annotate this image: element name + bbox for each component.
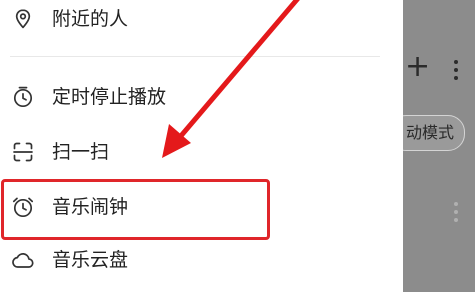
highlight-box <box>1 179 270 240</box>
timer-icon <box>13 86 33 108</box>
more-vertical-icon[interactable] <box>453 200 459 224</box>
menu-item-sleep-timer[interactable]: 定时停止播放 <box>0 77 390 117</box>
location-pin-icon <box>15 9 31 29</box>
scan-icon <box>13 142 33 162</box>
menu-item-nearby-people[interactable]: 附近的人 <box>0 0 390 39</box>
menu-item-scan[interactable]: 扫一扫 <box>0 132 390 172</box>
more-vertical-icon[interactable] <box>453 58 459 82</box>
menu-item-label: 音乐云盘 <box>52 249 129 271</box>
menu-item-music-cloud[interactable]: 音乐云盘 <box>0 240 390 280</box>
side-drawer: 附近的人 定时停止播放 扫一扫 音乐闹钟 音乐云盘 <box>0 0 403 292</box>
mode-button[interactable]: 动模式 <box>403 115 466 151</box>
menu-item-label: 附近的人 <box>52 8 129 30</box>
divider <box>10 56 380 57</box>
plus-icon[interactable]: + <box>405 52 430 82</box>
menu-item-label: 扫一扫 <box>52 141 110 163</box>
cloud-icon <box>12 253 34 268</box>
dimmed-background: + 动模式 <box>403 0 475 292</box>
menu-item-label: 定时停止播放 <box>52 86 167 108</box>
mode-label: 动模式 <box>406 123 455 142</box>
